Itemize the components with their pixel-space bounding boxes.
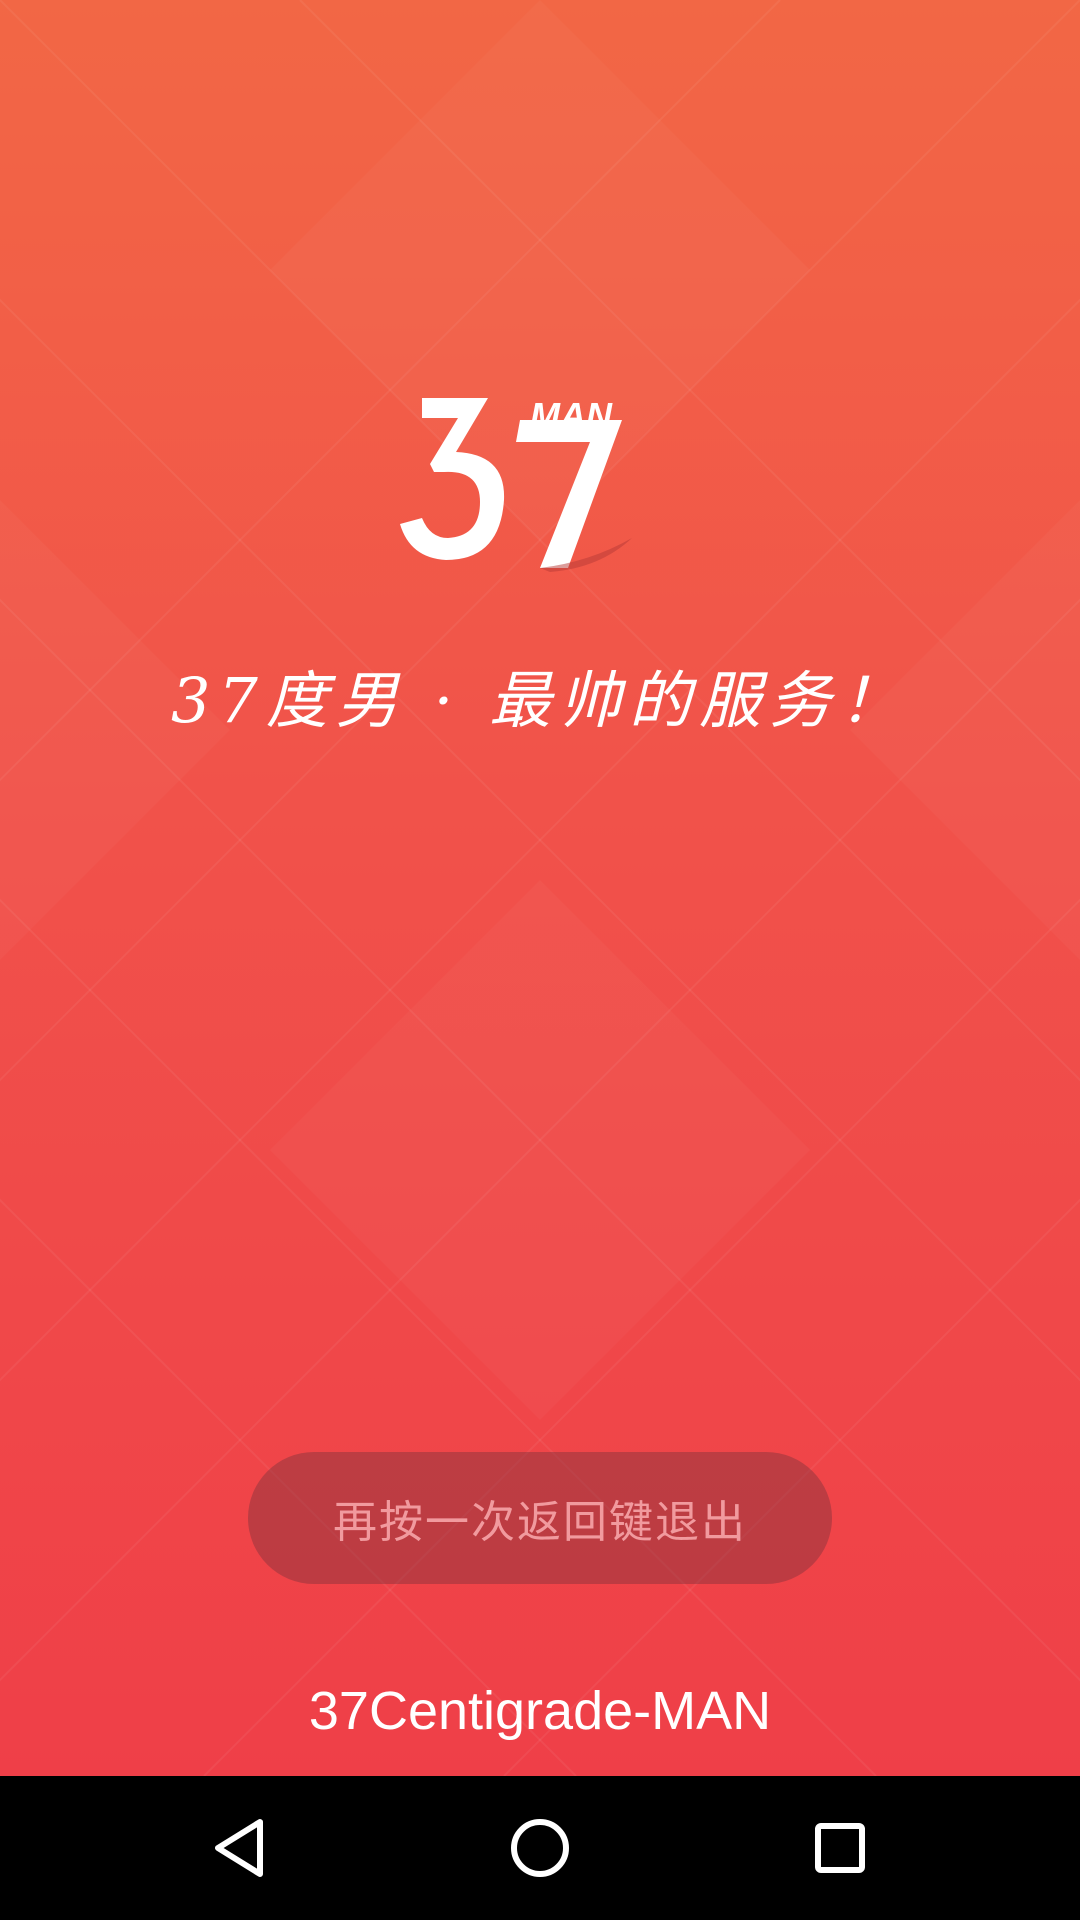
toast-message: 再按一次返回键退出 [333,1497,747,1548]
slogan-text: 37度男 · 最帅的服务！ [170,664,910,737]
recents-button[interactable] [790,1798,890,1898]
system-navigation-bar [0,1776,1080,1920]
app-screen: MAN 37度男 · 最帅的服务！ 再按一次返回键退出 37Centigrade… [0,0,1080,1920]
recents-square-icon [815,1823,865,1873]
logo-man-text: MAN [530,395,613,436]
home-button[interactable] [490,1798,590,1898]
back-triangle-icon [215,1819,263,1877]
exit-toast: 再按一次返回键退出 [248,1452,832,1584]
back-button[interactable] [190,1798,290,1898]
home-circle-icon [511,1819,569,1877]
brand-footer-text: 37Centigrade-MAN [308,1681,772,1741]
splash-background: MAN 37度男 · 最帅的服务！ 再按一次返回键退出 37Centigrade… [0,0,1080,1776]
app-logo: MAN [400,395,632,572]
